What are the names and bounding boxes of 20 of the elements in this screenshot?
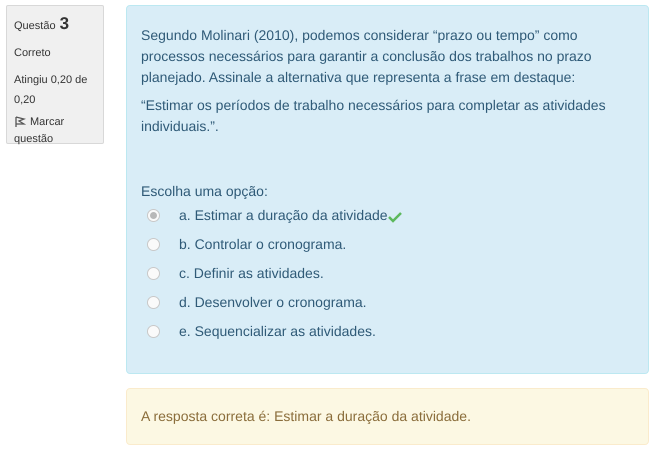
question-paragraph: Segundo Molinari (2010), podemos considerar “prazo ou tempo” como processos necessários para garantir a conclusão dos trabalhos no prazo planejado. Assinale a alternativa que representa a frase em destaque: [141,26,593,87]
question-paragraph: “Estimar os períodos de trabalho necessários para completar as atividades individuais.”. [141,96,607,136]
question-label: Questão [14,19,56,34]
radio-button[interactable] [147,267,160,280]
option-label[interactable]: a. Estimar a duração da atividade [179,205,388,226]
question-number: 3 [60,13,70,35]
prompt-text: Escolha uma opção: [141,182,269,201]
option-label[interactable]: b. Controlar o cronograma. [179,234,346,255]
option-label[interactable]: c. Definir as atividades. [179,263,324,284]
radio-button[interactable] [147,209,160,222]
flag-question-link[interactable]: Marcar questão [14,114,96,148]
feedback-text: A resposta correta é: Estimar a duração da atividade. [126,388,649,445]
question-state: Correto [14,46,52,60]
option-label[interactable]: d. Desenvolver o cronograma. [179,292,367,313]
radio-button[interactable] [147,325,160,338]
question-grade: Atingiu 0,20 de 0,20 [14,73,88,108]
option-label[interactable]: e. Sequencializar as atividades. [179,321,376,342]
radio-button[interactable] [147,238,160,251]
radio-button[interactable] [147,296,160,309]
flag-icon[interactable] [14,116,26,128]
